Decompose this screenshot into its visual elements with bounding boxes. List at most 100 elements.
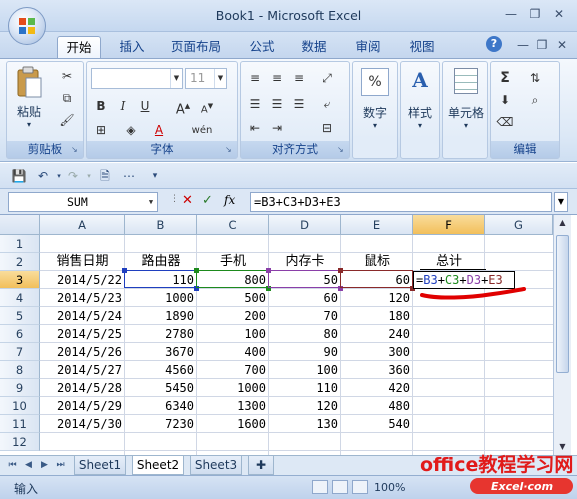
table-cell[interactable]: 480 (341, 397, 413, 415)
tab-review[interactable]: 审阅 (350, 36, 386, 58)
italic-button[interactable]: I (113, 96, 133, 116)
table-cell[interactable]: 120 (269, 397, 341, 415)
column-header-g[interactable]: G (485, 215, 553, 235)
sheet-tab-sheet1[interactable]: Sheet1 (74, 456, 126, 475)
header-cell[interactable]: 鼠标 (341, 253, 413, 271)
autosum-icon[interactable]: Σ (495, 68, 515, 88)
column-header-b[interactable]: B (125, 215, 197, 235)
tab-view[interactable]: 视图 (404, 36, 440, 58)
table-cell[interactable]: 110 (269, 379, 341, 397)
header-cell[interactable]: 内存卡 (269, 253, 341, 271)
row-header-11[interactable]: 11 (0, 415, 40, 433)
table-cell[interactable]: 1300 (197, 397, 269, 415)
last-sheet-icon[interactable]: ⏭ (54, 458, 67, 473)
table-cell[interactable]: 400 (197, 343, 269, 361)
align-top-icon[interactable]: ≡ (245, 68, 265, 88)
table-cell[interactable]: 3670 (125, 343, 197, 361)
table-cell[interactable]: 2014/5/22 (40, 271, 125, 289)
table-cell[interactable]: 70 (269, 307, 341, 325)
border-icon[interactable]: ⊞ (91, 120, 111, 140)
table-cell[interactable]: 130 (269, 415, 341, 433)
font-launcher-icon[interactable]: ↘ (225, 145, 235, 155)
fill-color-icon[interactable]: ◈ (121, 120, 141, 140)
tab-home[interactable]: 开始 (57, 36, 101, 58)
table-cell[interactable]: 60 (269, 289, 341, 307)
styles-button[interactable]: A 样式 ▾ (401, 68, 439, 138)
ref-handle[interactable] (122, 268, 127, 273)
table-cell[interactable]: 90 (269, 343, 341, 361)
row-header-3[interactable]: 3 (0, 271, 40, 289)
help-icon[interactable]: ? (486, 36, 502, 52)
alignment-launcher-icon[interactable]: ↘ (337, 145, 347, 155)
font-name-combo[interactable]: ▼ (91, 68, 183, 89)
save-icon[interactable]: 💾 (10, 167, 28, 185)
name-box-dropdown-icon[interactable]: ▼ (145, 193, 157, 211)
office-button[interactable] (8, 7, 46, 45)
table-cell[interactable]: 4560 (125, 361, 197, 379)
grow-font-icon[interactable]: A▲ (173, 96, 193, 117)
table-cell[interactable]: 2014/5/29 (40, 397, 125, 415)
number-button[interactable]: % 数字 ▾ (357, 68, 393, 138)
select-all-corner[interactable] (0, 215, 40, 235)
formula-input[interactable]: =B3+C3+D3+E3 (250, 192, 552, 212)
row-header-4[interactable]: 4 (0, 289, 40, 307)
find-select-icon[interactable]: ⌕ (525, 90, 545, 110)
column-header-c[interactable]: C (197, 215, 269, 235)
table-cell[interactable]: 300 (341, 343, 413, 361)
first-sheet-icon[interactable]: ⏮ (6, 458, 19, 473)
underline-button[interactable]: U (135, 96, 155, 116)
align-center-icon[interactable]: ☰ (267, 94, 287, 114)
tab-insert[interactable]: 插入 (112, 36, 152, 58)
cells-button[interactable]: 单元格 ▾ (445, 68, 487, 138)
table-cell[interactable]: 2014/5/23 (40, 289, 125, 307)
page-layout-view-icon[interactable] (332, 480, 348, 494)
normal-view-icon[interactable] (312, 480, 328, 494)
scroll-up-icon[interactable]: ▲ (554, 215, 571, 231)
font-size-combo[interactable]: 11 ▼ (185, 68, 227, 89)
worksheet-grid[interactable]: ▲ ▼ A B C D E F G 1 2 3 4 5 6 7 8 9 10 11 12 销售日期 路由器 手机 内存卡 鼠标… (0, 215, 577, 455)
tab-page-layout[interactable]: 页面布局 (166, 36, 226, 58)
sort-filter-icon[interactable]: ⇅ (525, 68, 545, 88)
table-cell[interactable]: 2014/5/28 (40, 379, 125, 397)
enter-icon[interactable]: ✓ (202, 193, 213, 208)
column-header-a[interactable]: A (40, 215, 125, 235)
next-sheet-icon[interactable]: ▶ (38, 458, 51, 473)
bold-button[interactable]: B (91, 96, 111, 116)
merge-center-icon[interactable]: ⊟ (317, 118, 337, 138)
table-cell[interactable]: 80 (269, 325, 341, 343)
column-header-f[interactable]: F (413, 215, 485, 235)
prev-sheet-icon[interactable]: ◀ (22, 458, 35, 473)
zoom-level[interactable]: 100% (374, 481, 405, 494)
cut-icon[interactable]: ✂ (57, 66, 77, 86)
table-cell[interactable]: 2780 (125, 325, 197, 343)
restore-button[interactable]: ❐ (524, 5, 546, 23)
sheet-tab-sheet2[interactable]: Sheet2 (132, 456, 184, 475)
align-right-icon[interactable]: ☰ (289, 94, 309, 114)
header-cell[interactable]: 路由器 (125, 253, 197, 271)
name-box[interactable]: SUM ▼ (8, 192, 158, 212)
align-middle-icon[interactable]: ≡ (267, 68, 287, 88)
tab-formulas[interactable]: 公式 (244, 36, 280, 58)
page-break-view-icon[interactable] (352, 480, 368, 494)
row-header-2[interactable]: 2 (0, 253, 40, 271)
table-cell[interactable]: 1890 (125, 307, 197, 325)
ref-handle[interactable] (194, 268, 199, 273)
clear-icon[interactable]: ⌫ (495, 112, 515, 132)
scroll-thumb[interactable] (556, 235, 569, 373)
table-cell[interactable]: 1600 (197, 415, 269, 433)
table-cell[interactable]: 1000 (197, 379, 269, 397)
header-cell[interactable]: 手机 (197, 253, 269, 271)
table-cell[interactable]: 120 (341, 289, 413, 307)
ref-handle[interactable] (266, 268, 271, 273)
row-header-1[interactable]: 1 (0, 235, 40, 253)
column-header-d[interactable]: D (269, 215, 341, 235)
paste-button[interactable]: 粘贴 ▾ (11, 66, 47, 136)
table-cell[interactable]: 1000 (125, 289, 197, 307)
decrease-indent-icon[interactable]: ⇤ (245, 118, 265, 138)
align-bottom-icon[interactable]: ≡ (289, 68, 309, 88)
row-header-10[interactable]: 10 (0, 397, 40, 415)
row-header-5[interactable]: 5 (0, 307, 40, 325)
table-cell[interactable]: 7230 (125, 415, 197, 433)
orientation-icon[interactable]: ⤢ (317, 68, 337, 88)
clipboard-launcher-icon[interactable]: ↘ (71, 145, 81, 155)
